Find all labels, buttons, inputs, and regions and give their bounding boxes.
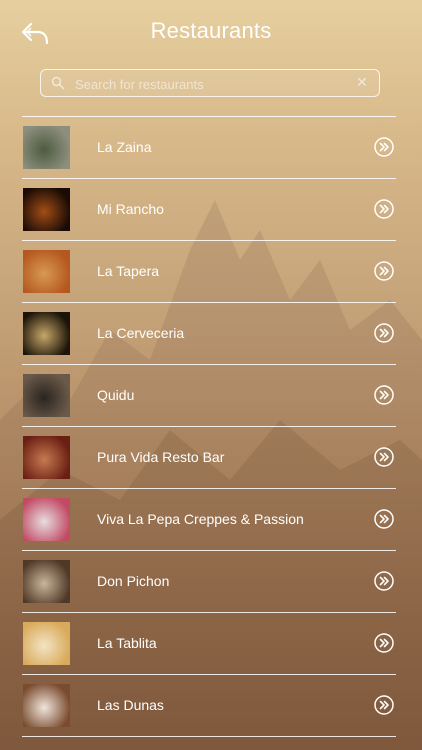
chevron-double-right-icon[interactable] bbox=[374, 509, 394, 529]
restaurant-name: Las Dunas bbox=[97, 697, 164, 713]
list-item[interactable]: La Cerveceria bbox=[22, 303, 396, 365]
search-input[interactable] bbox=[73, 73, 347, 95]
restaurant-thumbnail bbox=[23, 312, 70, 355]
restaurant-list: La Zaina Mi Rancho La Tapera La Cerveceria Q… bbox=[22, 116, 396, 737]
restaurant-name: La Cerveceria bbox=[97, 325, 185, 341]
navigation-bar: Restaurants bbox=[0, 0, 422, 64]
restaurant-thumbnail bbox=[23, 188, 70, 231]
restaurant-name: La Tablita bbox=[97, 635, 157, 651]
chevron-double-right-icon[interactable] bbox=[374, 323, 394, 343]
restaurant-name: Don Pichon bbox=[97, 573, 170, 589]
chevron-double-right-icon[interactable] bbox=[374, 633, 394, 653]
page-title: Restaurants bbox=[150, 18, 272, 43]
restaurant-thumbnail bbox=[23, 684, 70, 727]
restaurant-name: La Zaina bbox=[97, 139, 152, 155]
list-item[interactable]: Las Dunas bbox=[22, 675, 396, 737]
chevron-double-right-icon[interactable] bbox=[374, 571, 394, 591]
chevron-double-right-icon[interactable] bbox=[374, 447, 394, 467]
chevron-double-right-icon[interactable] bbox=[374, 261, 394, 281]
restaurant-thumbnail bbox=[23, 498, 70, 541]
list-item[interactable]: La Tapera bbox=[22, 241, 396, 303]
search-bar[interactable]: ✕ bbox=[40, 69, 380, 97]
restaurant-thumbnail bbox=[23, 436, 70, 479]
chevron-double-right-icon[interactable] bbox=[374, 385, 394, 405]
restaurant-thumbnail bbox=[23, 622, 70, 665]
restaurant-name: Mi Rancho bbox=[97, 201, 164, 217]
list-item[interactable]: Mi Rancho bbox=[22, 179, 396, 241]
chevron-double-right-icon[interactable] bbox=[374, 199, 394, 219]
list-item[interactable]: La Tablita bbox=[22, 613, 396, 675]
restaurant-thumbnail bbox=[23, 250, 70, 293]
restaurant-name: Quidu bbox=[97, 387, 135, 403]
list-item[interactable]: Quidu bbox=[22, 365, 396, 427]
list-item[interactable]: Viva La Pepa Creppes & Passion bbox=[22, 489, 396, 551]
restaurant-name: Pura Vida Resto Bar bbox=[97, 449, 225, 465]
list-item[interactable]: Don Pichon bbox=[22, 551, 396, 613]
clear-icon[interactable]: ✕ bbox=[355, 74, 369, 90]
list-item[interactable]: Pura Vida Resto Bar bbox=[22, 427, 396, 489]
search-icon bbox=[51, 76, 65, 90]
list-item[interactable]: La Zaina bbox=[22, 117, 396, 179]
chevron-double-right-icon[interactable] bbox=[374, 695, 394, 715]
restaurant-thumbnail bbox=[23, 374, 70, 417]
restaurant-name: La Tapera bbox=[97, 263, 160, 279]
restaurant-thumbnail bbox=[23, 126, 70, 169]
restaurant-thumbnail bbox=[23, 560, 70, 603]
restaurant-name: Viva La Pepa Creppes & Passion bbox=[97, 511, 304, 527]
chevron-double-right-icon[interactable] bbox=[374, 137, 394, 157]
